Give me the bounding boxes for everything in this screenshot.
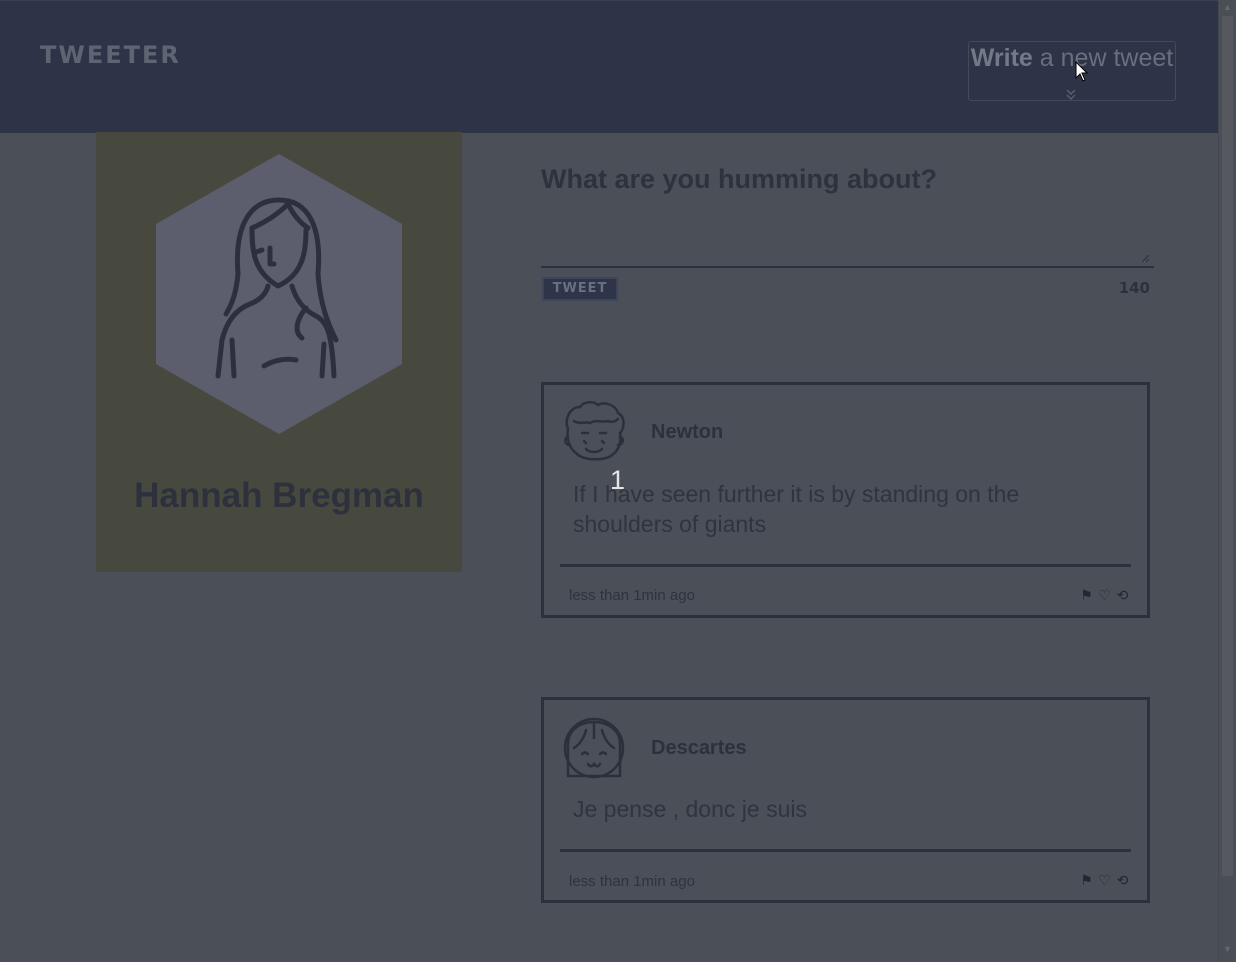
scroll-up-icon[interactable]: ▲ bbox=[1223, 2, 1232, 12]
heart-icon[interactable]: ♡ bbox=[1097, 588, 1112, 603]
heart-icon[interactable]: ♡ bbox=[1097, 873, 1112, 888]
tweet-divider bbox=[560, 849, 1131, 852]
scroll-down-icon[interactable]: ▼ bbox=[1223, 944, 1232, 954]
tweet-textarea[interactable] bbox=[541, 212, 1154, 268]
tweet-card: Descartes Je pense , donc je suis less t… bbox=[541, 697, 1150, 903]
tweet-submit-button[interactable]: TWEET bbox=[542, 277, 618, 301]
mouse-cursor-icon bbox=[1075, 61, 1089, 82]
top-navbar: TWEETER Write a new tweet bbox=[0, 0, 1218, 133]
profile-name: Hannah Bregman bbox=[134, 476, 424, 515]
vertical-scrollbar[interactable]: ▲ ▼ bbox=[1218, 0, 1236, 962]
retweet-icon[interactable]: ⟲ bbox=[1115, 588, 1130, 603]
tweet-timestamp: less than 1min ago bbox=[569, 587, 695, 604]
profile-avatar bbox=[156, 154, 402, 434]
flag-icon[interactable]: ⚑ bbox=[1079, 588, 1094, 603]
composer-prompt: What are you humming about? bbox=[541, 164, 937, 194]
chevron-down-icon bbox=[1066, 89, 1076, 101]
newton-avatar-icon bbox=[564, 401, 625, 461]
resize-grip-icon[interactable] bbox=[1140, 253, 1150, 263]
char-counter: 140 bbox=[1118, 279, 1150, 297]
retweet-icon[interactable]: ⟲ bbox=[1115, 873, 1130, 888]
tweet-timestamp: less than 1min ago bbox=[569, 873, 695, 890]
flag-icon[interactable]: ⚑ bbox=[1079, 873, 1094, 888]
tweet-divider bbox=[560, 564, 1131, 567]
tweet-text: If I have seen further it is by standing… bbox=[573, 481, 1020, 537]
tweet-author[interactable]: Newton bbox=[651, 421, 723, 444]
overlay-marker-label: 1 bbox=[610, 465, 626, 495]
tweet-author[interactable]: Descartes bbox=[651, 737, 747, 760]
compose-label-rest: a new tweet bbox=[1032, 44, 1174, 72]
tweet-actions: ⚑ ♡ ⟲ bbox=[1079, 873, 1130, 888]
compose-toggle-button[interactable]: Write a new tweet bbox=[968, 41, 1176, 101]
brand-logo[interactable]: TWEETER bbox=[40, 41, 181, 69]
scrollbar-thumb[interactable] bbox=[1222, 16, 1233, 876]
descartes-avatar-icon bbox=[563, 717, 625, 779]
tweet-card: Newton If I have seen further it is by s… bbox=[541, 382, 1150, 618]
profile-card: Hannah Bregman bbox=[96, 132, 462, 572]
tweet-actions: ⚑ ♡ ⟲ bbox=[1079, 588, 1130, 603]
tweet-text: Je pense , donc je suis bbox=[573, 796, 807, 822]
compose-label-bold: Write bbox=[970, 44, 1033, 72]
